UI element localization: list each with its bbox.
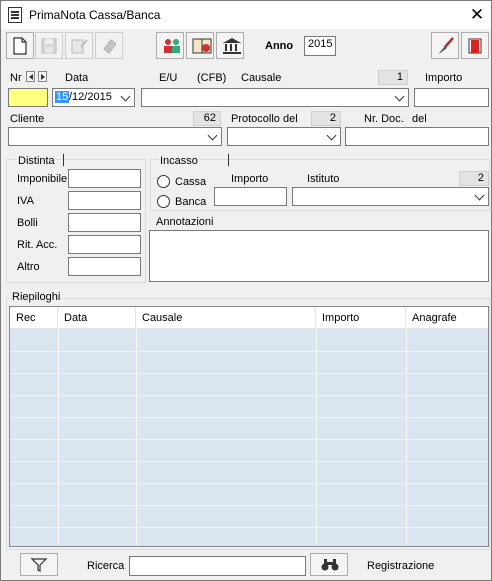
- bolli-label: Bolli: [17, 217, 38, 229]
- exit-button[interactable]: [461, 32, 489, 59]
- chevron-down-icon: [475, 191, 485, 201]
- window-title: PrimaNota Cassa/Banca: [29, 8, 161, 22]
- cliente-count: 62: [193, 111, 221, 126]
- cassa-radio[interactable]: [157, 175, 170, 188]
- nrdoc-field[interactable]: [345, 127, 489, 146]
- chevron-down-icon: [121, 92, 131, 102]
- chevron-down-icon: [395, 92, 405, 102]
- next-record-icon[interactable]: [38, 71, 47, 82]
- edit-document-button[interactable]: [65, 32, 93, 59]
- prev-record-icon[interactable]: [26, 71, 35, 82]
- col-importo[interactable]: Importo: [316, 307, 406, 329]
- grid-col-line: [316, 329, 317, 546]
- new-document-button[interactable]: [6, 32, 34, 59]
- banca-label: Banca: [175, 196, 207, 208]
- grid-col-line: [406, 329, 407, 546]
- separator: [63, 154, 64, 166]
- close-icon[interactable]: ✕: [467, 5, 487, 25]
- chevron-down-icon: [327, 131, 337, 141]
- causale-combo[interactable]: [141, 88, 409, 107]
- bank-button[interactable]: [216, 32, 244, 59]
- eraser-button[interactable]: [95, 32, 123, 59]
- importo-field[interactable]: [414, 88, 489, 107]
- table-row: [10, 461, 488, 462]
- rit-acc-field[interactable]: [68, 235, 141, 254]
- riepiloghi-label: Riepiloghi: [11, 291, 62, 303]
- table-row: [10, 505, 488, 506]
- eu-label: E/U: [159, 72, 178, 84]
- table-row: [10, 439, 488, 440]
- istituto-count: 2: [459, 171, 489, 186]
- grid-col-line: [136, 329, 137, 546]
- annotazioni-field[interactable]: [149, 230, 489, 282]
- data-label: Data: [65, 72, 89, 84]
- nrdoc-label: Nr. Doc.: [364, 113, 404, 125]
- search-input[interactable]: [129, 556, 306, 576]
- table-row: [10, 395, 488, 396]
- ledger-book-button[interactable]: [186, 32, 214, 59]
- istituto-label: Istituto: [307, 173, 340, 185]
- grid-header: Rec Data Causale Importo Anagrafe: [10, 307, 488, 329]
- incasso-label: Incasso: [159, 155, 199, 167]
- brush-button[interactable]: [431, 32, 459, 59]
- cliente-combo[interactable]: [8, 127, 222, 146]
- distinta-label: Distinta: [17, 155, 56, 167]
- registrazione-label: Registrazione: [367, 560, 435, 572]
- cfb-label: (CFB): [197, 72, 227, 84]
- cassa-label: Cassa: [175, 176, 207, 188]
- chevron-down-icon: [208, 131, 218, 141]
- table-row: [10, 527, 488, 528]
- anno-label: Anno: [265, 40, 294, 52]
- filter-button[interactable]: [20, 553, 58, 576]
- annotazioni-label: Annotazioni: [156, 216, 214, 228]
- imponibile-label: Imponibile: [17, 173, 68, 185]
- altro-label: Altro: [17, 261, 40, 273]
- altro-field[interactable]: [68, 257, 141, 276]
- causale-count: 1: [378, 70, 408, 85]
- nr-field[interactable]: [8, 88, 48, 107]
- incasso-importo-label: Importo: [231, 173, 269, 185]
- protocollo-count: 2: [311, 111, 341, 126]
- col-data[interactable]: Data: [58, 307, 136, 329]
- col-rec[interactable]: Rec: [10, 307, 58, 329]
- people-button[interactable]: [156, 32, 184, 59]
- iva-label: IVA: [17, 195, 34, 207]
- separator: [228, 154, 229, 166]
- col-anagrafe[interactable]: Anagrafe: [406, 307, 488, 329]
- del-label: del: [412, 113, 427, 125]
- nr-label: Nr: [10, 72, 22, 84]
- protocollo-label: Protocollo del: [231, 113, 298, 125]
- protocollo-combo[interactable]: [227, 127, 341, 146]
- date-rest: /12/2015: [69, 91, 112, 103]
- title-bar: PrimaNota Cassa/Banca ✕: [1, 1, 491, 29]
- binoculars-button[interactable]: [310, 553, 348, 576]
- causale-label: Causale: [241, 72, 282, 84]
- table-row: [10, 351, 488, 352]
- table-row: [10, 483, 488, 484]
- grid-body[interactable]: [10, 329, 488, 546]
- cliente-label: Cliente: [10, 113, 45, 125]
- col-causale[interactable]: Causale: [136, 307, 316, 329]
- bolli-field[interactable]: [68, 213, 141, 232]
- app-icon: [8, 7, 22, 23]
- table-row: [10, 417, 488, 418]
- date-picker[interactable]: 15 /12/2015: [52, 88, 135, 107]
- anno-field[interactable]: 2015: [304, 36, 336, 56]
- imponibile-field[interactable]: [68, 169, 141, 188]
- istituto-combo[interactable]: [292, 187, 489, 206]
- date-day: 15: [55, 91, 70, 103]
- banca-radio[interactable]: [157, 195, 170, 208]
- save-button[interactable]: [35, 32, 63, 59]
- importo-label: Importo: [425, 72, 463, 84]
- rit-acc-label: Rit. Acc.: [17, 239, 58, 251]
- table-row: [10, 373, 488, 374]
- grid-col-line: [58, 329, 59, 546]
- ricerca-label: Ricerca: [87, 560, 125, 572]
- window: PrimaNota Cassa/Banca ✕ Anno 2015 Nr Dat…: [0, 0, 492, 581]
- iva-field[interactable]: [68, 191, 141, 210]
- incasso-importo-field[interactable]: [214, 187, 287, 206]
- riepiloghi-grid[interactable]: Rec Data Causale Importo Anagrafe: [9, 306, 489, 547]
